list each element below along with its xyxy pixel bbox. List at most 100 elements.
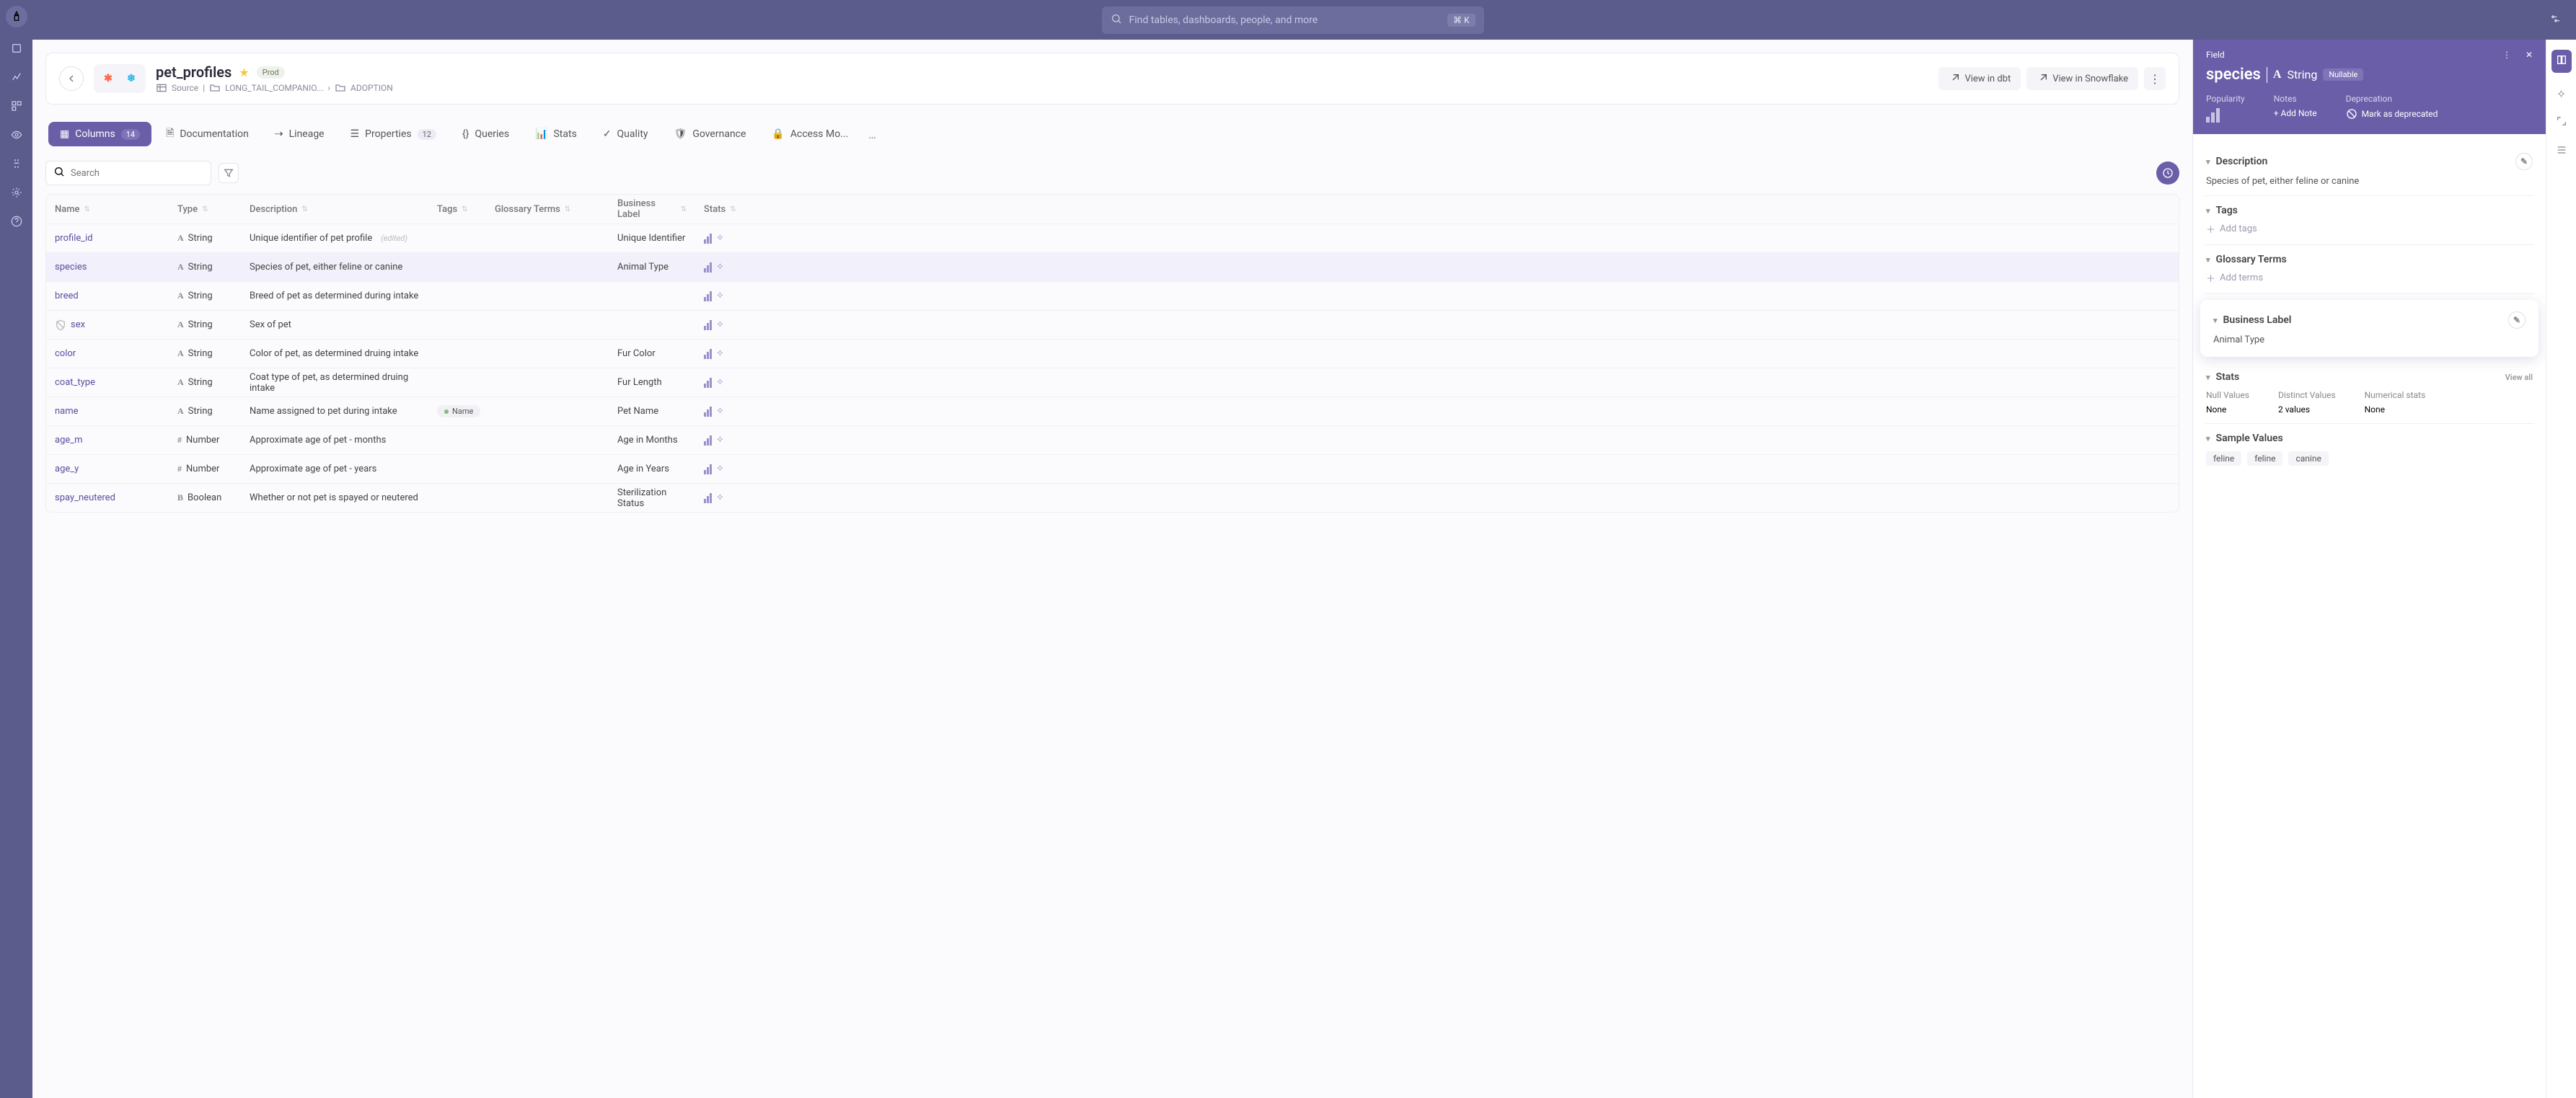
app-logo[interactable]: [6, 6, 27, 27]
sliders-icon[interactable]: [2550, 13, 2562, 27]
sample-value: feline: [2206, 451, 2241, 466]
row-stats[interactable]: ✧: [695, 262, 746, 273]
view-snowflake-button[interactable]: View in Snowflake: [2026, 67, 2138, 90]
row-business-label: Fur Length: [609, 377, 695, 388]
stats-view-all[interactable]: View all: [2505, 373, 2533, 382]
add-tags-button[interactable]: ＋Add tags: [2206, 222, 2533, 236]
column-header[interactable]: Tags⇅: [428, 204, 486, 215]
row-type: A String: [169, 406, 241, 417]
row-stats[interactable]: ✧: [695, 406, 746, 417]
search-icon: [1111, 13, 1122, 27]
row-stats[interactable]: ✧: [695, 319, 746, 330]
tab-properties[interactable]: ☰Properties12: [339, 122, 448, 146]
row-stats[interactable]: ✧: [695, 377, 746, 388]
expand-icon[interactable]: [2556, 115, 2567, 130]
ai-icon: ✧: [716, 233, 724, 244]
edit-description-button[interactable]: ✎: [2515, 153, 2533, 170]
tab-icon: ▦: [60, 128, 69, 140]
tab-queries[interactable]: {}Queries: [451, 122, 521, 146]
chevron-down-icon[interactable]: ▾: [2206, 434, 2210, 443]
chevron-down-icon[interactable]: ▾: [2206, 206, 2210, 216]
column-search-input[interactable]: [71, 168, 203, 179]
row-stats[interactable]: ✧: [695, 291, 746, 301]
table-row[interactable]: breedA StringBreed of pet as determined …: [46, 281, 2179, 310]
add-terms-button[interactable]: ＋Add terms: [2206, 271, 2533, 285]
chevron-down-icon[interactable]: ▾: [2206, 157, 2210, 167]
row-stats[interactable]: ✧: [695, 464, 746, 474]
table-row[interactable]: profile_idA StringUnique identifier of p…: [46, 223, 2179, 252]
table-row[interactable]: coat_typeA StringCoat type of pet, as de…: [46, 368, 2179, 397]
home-icon[interactable]: [9, 40, 25, 56]
table-row[interactable]: sexA StringSex of pet✧: [46, 310, 2179, 339]
tab-quality[interactable]: ✓Quality: [591, 122, 660, 146]
table-row[interactable]: colorA StringColor of pet, as determined…: [46, 339, 2179, 368]
eye-icon[interactable]: [9, 127, 25, 143]
column-header[interactable]: Glossary Terms⇅: [486, 204, 609, 215]
add-note-button[interactable]: + Add Note: [2274, 108, 2317, 118]
gear-icon[interactable]: [9, 185, 25, 200]
global-search[interactable]: ⌘ K: [1102, 6, 1484, 34]
row-stats[interactable]: ✧: [695, 233, 746, 244]
integrations-icon[interactable]: [9, 156, 25, 172]
column-search[interactable]: [45, 161, 211, 185]
chevron-down-icon[interactable]: ▾: [2206, 255, 2210, 265]
table-row[interactable]: age_y# NumberApproximate age of pet - ye…: [46, 454, 2179, 483]
sample-values-title: Sample Values: [2216, 433, 2283, 444]
mark-deprecated-button[interactable]: Mark as deprecated: [2346, 108, 2438, 120]
chevron-down-icon[interactable]: ▾: [2206, 373, 2210, 382]
row-name: species: [46, 262, 169, 273]
book-icon[interactable]: [2551, 50, 2572, 73]
table-row[interactable]: nameA StringName assigned to pet during …: [46, 397, 2179, 425]
column-header[interactable]: Type⇅: [169, 204, 241, 215]
table-row[interactable]: speciesA StringSpecies of pet, either fe…: [46, 252, 2179, 281]
table-row[interactable]: spay_neuteredB BooleanWhether or not pet…: [46, 483, 2179, 512]
row-name: age_m: [46, 435, 169, 446]
row-business-label: Pet Name: [609, 406, 695, 417]
row-stats[interactable]: ✧: [695, 492, 746, 503]
folder-icon: [335, 82, 346, 94]
chevron-down-icon[interactable]: ▾: [2213, 316, 2218, 325]
side-more-icon[interactable]: ⋮: [2502, 50, 2511, 60]
more-button[interactable]: ⋮: [2144, 67, 2166, 90]
help-icon[interactable]: [9, 213, 25, 229]
tab-documentation[interactable]: 🗎Documentation: [154, 119, 260, 149]
tab-access-mo-[interactable]: 🔒Access Mo...: [760, 122, 860, 146]
tab-stats[interactable]: 📊Stats: [524, 122, 588, 146]
view-dbt-button[interactable]: View in dbt: [1938, 67, 2021, 90]
row-description: Species of pet, either feline or canine: [241, 262, 428, 273]
source-icons: ✱ ❄: [94, 64, 146, 93]
row-stats[interactable]: ✧: [695, 435, 746, 446]
column-header[interactable]: Description⇅: [241, 204, 428, 215]
tabs-overflow[interactable]: …: [863, 128, 882, 141]
tab-lineage[interactable]: ⇢Lineage: [263, 122, 336, 146]
back-button[interactable]: [59, 66, 84, 91]
column-header[interactable]: Stats⇅: [695, 204, 746, 215]
sample-value: canine: [2288, 451, 2328, 466]
row-name: breed: [46, 291, 169, 301]
list-icon[interactable]: [2556, 144, 2567, 159]
column-header[interactable]: Name⇅: [46, 204, 169, 215]
table-row[interactable]: age_m# NumberApproximate age of pet - mo…: [46, 425, 2179, 454]
row-stats[interactable]: ✧: [695, 348, 746, 359]
notes-label: Notes: [2274, 94, 2317, 104]
filter-button[interactable]: [219, 163, 239, 183]
row-description: Breed of pet as determined during intake: [241, 291, 428, 301]
history-button[interactable]: [2156, 161, 2179, 185]
star-icon[interactable]: ★: [239, 66, 249, 79]
stats-bars-icon: [704, 378, 712, 388]
close-icon[interactable]: ✕: [2526, 50, 2533, 60]
tab-governance[interactable]: 🛡Governance: [663, 122, 758, 146]
row-name: spay_neutered: [46, 492, 169, 503]
tab-icon: 🔒: [772, 128, 784, 140]
stats-bars-icon: [704, 493, 712, 503]
search-input[interactable]: [1129, 14, 1440, 26]
env-badge: Prod: [257, 66, 285, 79]
row-type: A String: [169, 319, 241, 330]
dashboards-icon[interactable]: [9, 98, 25, 114]
tab-columns[interactable]: ▦Columns14: [48, 122, 151, 146]
snowflake-icon: ❄: [121, 68, 141, 89]
column-header[interactable]: Business Label⇅: [609, 198, 695, 220]
analytics-icon[interactable]: [9, 69, 25, 85]
edit-business-label-button[interactable]: ✎: [2508, 311, 2526, 329]
ai-wand-icon[interactable]: ✧: [2557, 87, 2566, 101]
